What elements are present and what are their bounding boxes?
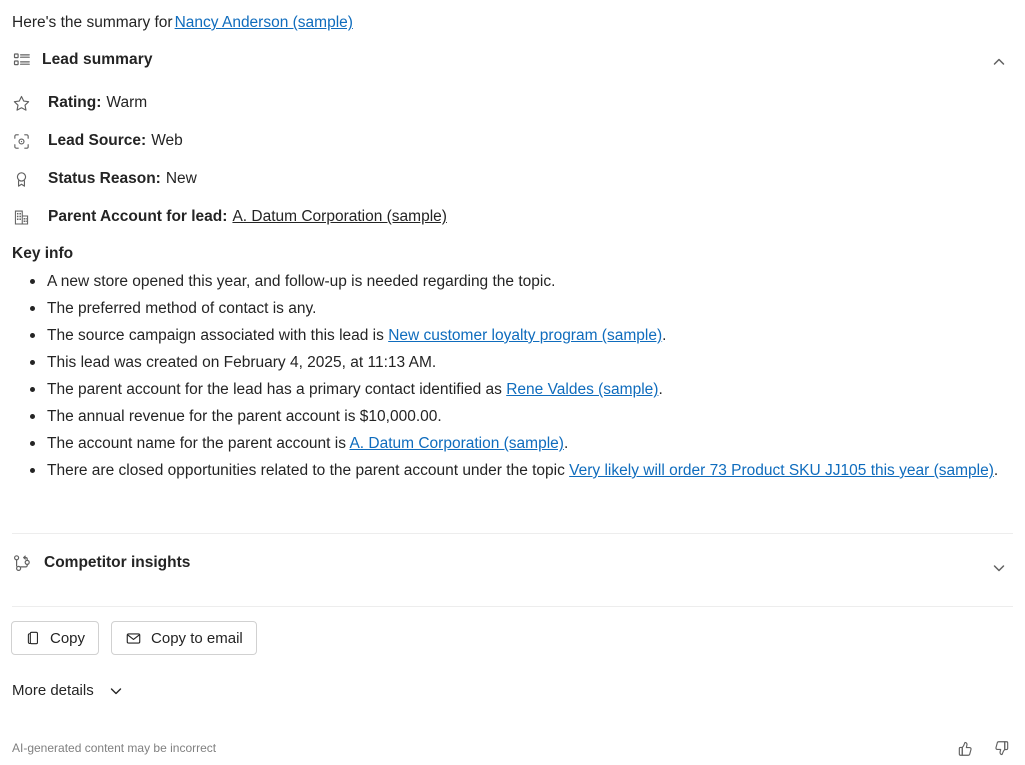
field-label: Status Reason: bbox=[48, 170, 161, 187]
bullet-link[interactable]: New customer loyalty program (sample) bbox=[388, 327, 662, 344]
star-icon bbox=[12, 94, 34, 113]
field-value: New bbox=[165, 170, 197, 187]
bullet-text: A new store opened this year, and follow… bbox=[47, 273, 556, 290]
copy-button[interactable]: Copy bbox=[11, 621, 100, 655]
lead-summary-title: Lead summary bbox=[42, 51, 153, 68]
list-item: A new store opened this year, and follow… bbox=[30, 268, 1012, 295]
bullet-text: The account name for the parent account … bbox=[47, 435, 350, 452]
field-parent-account: Parent Account for lead: A. Datum Corpor… bbox=[12, 206, 447, 228]
bullet-text: The preferred method of contact is any. bbox=[47, 300, 317, 317]
chevron-down-icon bbox=[108, 683, 124, 699]
branch-icon bbox=[12, 553, 32, 573]
action-buttons: Copy Copy to email bbox=[11, 621, 257, 655]
field-value: Web bbox=[151, 132, 183, 149]
subject-link[interactable]: Nancy Anderson (sample) bbox=[175, 14, 353, 31]
list-item: The account name for the parent account … bbox=[30, 430, 1012, 457]
divider-bottom bbox=[12, 606, 1013, 607]
copy-to-email-button-label: Copy to email bbox=[151, 629, 243, 647]
bullet-link[interactable]: Very likely will order 73 Product SKU JJ… bbox=[569, 462, 994, 479]
bullet-link[interactable]: Rene Valdes (sample) bbox=[506, 381, 658, 398]
lead-summary-collapse-button[interactable] bbox=[985, 48, 1013, 76]
field-status-reason: Status Reason: New bbox=[12, 168, 197, 190]
bullet-text: . bbox=[563, 435, 569, 452]
thumbs-up-button[interactable] bbox=[953, 736, 977, 760]
field-lead-source: Lead Source: Web bbox=[12, 130, 183, 152]
list-item: The preferred method of contact is any. bbox=[30, 295, 1012, 322]
competitor-insights-expand-button[interactable] bbox=[985, 554, 1013, 582]
list-icon bbox=[12, 50, 32, 70]
more-details-toggle[interactable]: More details bbox=[12, 682, 124, 699]
bullet-text: There are closed opportunities related t… bbox=[47, 462, 570, 479]
bullet-text: The source campaign associated with this… bbox=[47, 327, 389, 344]
list-item: There are closed opportunities related t… bbox=[30, 457, 1025, 484]
list-item: The source campaign associated with this… bbox=[30, 322, 1012, 349]
more-details-label: More details bbox=[12, 682, 94, 699]
bullet-text: . bbox=[993, 462, 999, 479]
field-label: Lead Source: bbox=[48, 132, 147, 149]
copy-icon bbox=[25, 630, 41, 646]
list-item: The parent account for the lead has a pr… bbox=[30, 376, 1012, 403]
competitor-insights-title: Competitor insights bbox=[44, 554, 191, 571]
copy-button-label: Copy bbox=[50, 629, 86, 647]
field-value-link[interactable]: A. Datum Corporation (sample) bbox=[232, 206, 447, 228]
building-icon bbox=[12, 208, 34, 227]
bullet-text: . bbox=[662, 327, 667, 344]
lead-summary-card: Here's the summary for Nancy Anderson (sa… bbox=[0, 0, 1025, 765]
copy-to-email-button[interactable]: Copy to email bbox=[111, 621, 257, 655]
intro-line: Here's the summary for Nancy Anderson (sa… bbox=[12, 12, 353, 34]
field-rating: Rating: Warm bbox=[12, 92, 147, 114]
list-item: The annual revenue for the parent accoun… bbox=[30, 403, 1012, 430]
field-label: Rating: bbox=[48, 94, 102, 111]
target-icon bbox=[12, 132, 34, 151]
thumbs-up-icon bbox=[956, 739, 975, 758]
feedback-controls bbox=[953, 736, 1013, 760]
bullet-text: The parent account for the lead has a pr… bbox=[47, 381, 507, 398]
ai-disclaimer: AI-generated content may be incorrect bbox=[12, 741, 217, 755]
key-info-list: A new store opened this year, and follow… bbox=[12, 268, 1012, 484]
bullet-text: The annual revenue for the parent accoun… bbox=[47, 408, 442, 425]
bullet-link[interactable]: A. Datum Corporation (sample) bbox=[349, 435, 564, 452]
ribbon-icon bbox=[12, 170, 34, 189]
competitor-insights-header[interactable]: Competitor insights bbox=[12, 553, 190, 573]
intro-prefix: Here's the summary for bbox=[12, 14, 173, 31]
chevron-down-icon bbox=[991, 560, 1007, 576]
thumbs-down-icon bbox=[992, 739, 1011, 758]
chevron-up-icon bbox=[991, 54, 1007, 70]
lead-summary-header[interactable]: Lead summary bbox=[12, 50, 153, 70]
key-info-title: Key info bbox=[12, 245, 74, 262]
field-value: Warm bbox=[106, 94, 148, 111]
envelope-icon bbox=[125, 630, 142, 647]
field-label: Parent Account for lead: bbox=[48, 208, 228, 225]
thumbs-down-button[interactable] bbox=[989, 736, 1013, 760]
bullet-text: . bbox=[658, 381, 663, 398]
divider-top bbox=[12, 533, 1013, 534]
list-item: This lead was created on February 4, 202… bbox=[30, 349, 1012, 376]
bullet-text: This lead was created on February 4, 202… bbox=[47, 354, 437, 371]
